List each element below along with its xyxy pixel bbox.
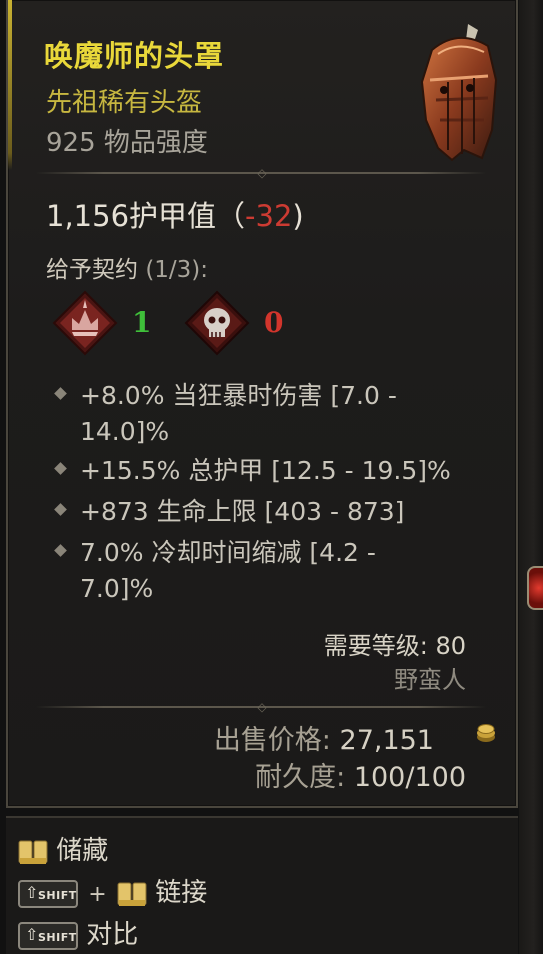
covenant-label-text: 给予契约 bbox=[46, 257, 138, 283]
durability-label: 耐久度: bbox=[255, 762, 346, 793]
armor-amount: 1,156护甲值 bbox=[46, 199, 217, 233]
armor-paren-close: ) bbox=[292, 199, 304, 233]
plus-sign: + bbox=[88, 882, 107, 907]
affix-text-1: +8.0% 当狂暴时伤害 [7.0 - bbox=[80, 381, 397, 410]
sell-label: 出售价格: bbox=[213, 725, 331, 756]
action-hints: 储藏 ⇧ SHIFT + 链接 ⇧ SHIFT 对比 bbox=[6, 816, 518, 954]
skull-sigil-icon bbox=[184, 290, 250, 356]
durability: 耐久度: 100/100 bbox=[255, 755, 466, 794]
armor-paren-open: （ bbox=[216, 199, 246, 233]
durability-value: 100/100 bbox=[353, 762, 466, 793]
affix-text-2: +15.5% 总护甲 [12.5 - 19.5]% bbox=[80, 456, 451, 485]
affix-bullet-icon bbox=[54, 462, 67, 475]
crown-sigil-icon bbox=[52, 290, 118, 356]
link-action[interactable]: ⇧ SHIFT + 链接 bbox=[18, 872, 207, 909]
item-type: 先祖稀有头盔 bbox=[46, 88, 203, 118]
covenant-count: (1/3): bbox=[145, 257, 209, 283]
shift-key-icon: ⇧ SHIFT bbox=[18, 879, 78, 908]
required-level: 需要等级: 80 bbox=[323, 632, 466, 660]
armor-value: 1,156护甲值（-32) bbox=[46, 193, 304, 235]
affix-text-4b: 7.0]% bbox=[80, 574, 154, 603]
affix-text-1b: 14.0]% bbox=[80, 417, 170, 446]
covenant-label: 给予契约 (1/3): bbox=[46, 250, 208, 284]
helmet-icon bbox=[420, 24, 498, 162]
covenant-value-0: 0 bbox=[264, 306, 284, 339]
item-name: 唤魔师的头罩 bbox=[44, 39, 225, 73]
frame-gem-icon bbox=[527, 566, 543, 610]
affix-text-4: 7.0% 冷却时间缩减 [4.2 - bbox=[80, 538, 376, 567]
sell-value: 27,151 bbox=[339, 725, 434, 756]
stash-label: 储藏 bbox=[56, 836, 109, 866]
inventory-frame-edge bbox=[519, 0, 543, 954]
required-class: 野蛮人 bbox=[394, 666, 466, 694]
divider-ornament-icon: ◇ bbox=[257, 166, 267, 180]
armor-delta: -32 bbox=[245, 199, 293, 233]
divider-ornament-icon: ◇ bbox=[257, 700, 267, 714]
affix-bullet-icon bbox=[54, 503, 67, 516]
sell-price: 出售价格: 27,151 bbox=[214, 718, 434, 757]
item-tooltip: 唤魔师的头罩 先祖稀有头盔 925 物品强度 ◇ 1,156护甲值（-32) 给… bbox=[6, 0, 518, 808]
stash-chest-icon bbox=[18, 840, 48, 864]
item-power: 925 物品强度 bbox=[46, 128, 208, 158]
affix-bullet-icon bbox=[54, 544, 67, 557]
link-label: 链接 bbox=[155, 878, 208, 908]
affix-bullet-icon bbox=[54, 387, 67, 400]
shift-key-icon: ⇧ SHIFT bbox=[18, 921, 78, 950]
item-tooltip-screen: 唤魔师的头罩 先祖稀有头盔 925 物品强度 ◇ 1,156护甲值（-32) 给… bbox=[0, 0, 543, 954]
gold-coins-icon bbox=[477, 724, 495, 742]
affix-text-3: +873 生命上限 [403 - 873] bbox=[80, 497, 405, 526]
compare-action[interactable]: ⇧ SHIFT 对比 bbox=[18, 914, 138, 951]
covenant-value-1: 1 bbox=[132, 306, 152, 339]
chest-icon bbox=[117, 882, 147, 906]
stash-action[interactable]: 储藏 bbox=[18, 830, 108, 867]
compare-label: 对比 bbox=[86, 920, 139, 950]
